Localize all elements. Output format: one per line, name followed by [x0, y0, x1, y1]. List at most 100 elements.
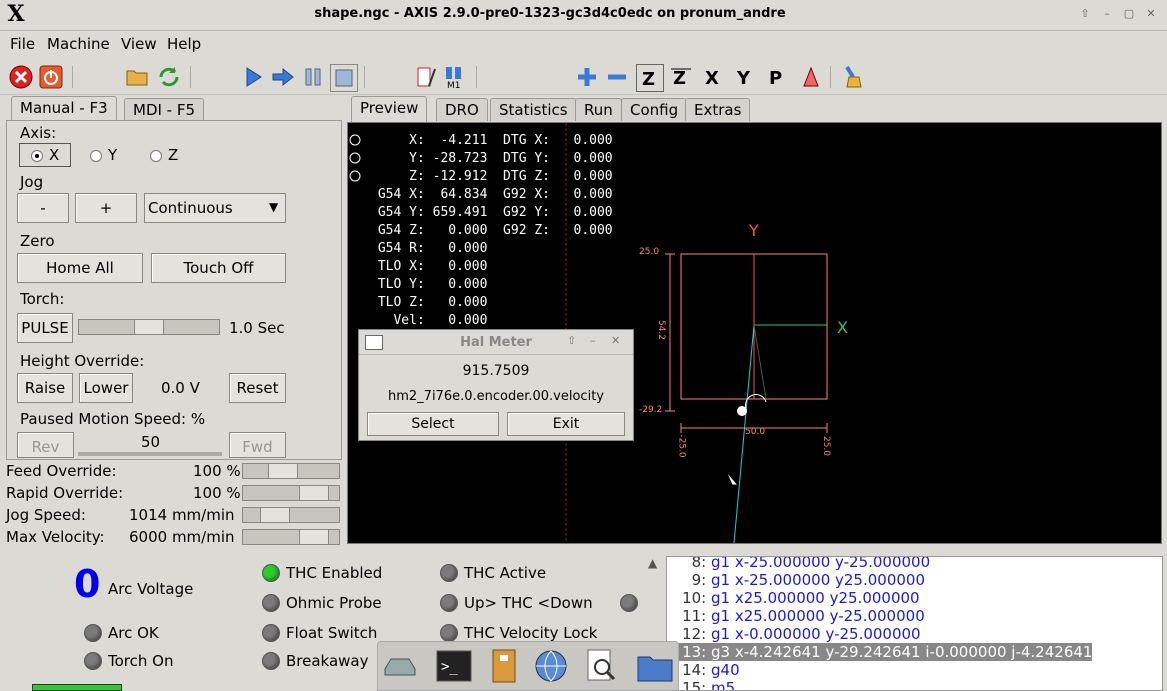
- optional-stop-icon[interactable]: M1: [442, 64, 468, 90]
- gcode-line[interactable]: 11: g1 x25.000000 y-25.000000: [667, 607, 1162, 625]
- toolbar-separator: [190, 66, 191, 88]
- tab-mdi[interactable]: MDI - F5: [124, 98, 205, 121]
- rotate-view-icon[interactable]: [798, 64, 824, 90]
- search-doc-icon[interactable]: [582, 647, 620, 685]
- reset-button[interactable]: Reset: [229, 373, 286, 403]
- slider-thumb[interactable]: [299, 485, 329, 501]
- estop-icon[interactable]: [8, 64, 34, 90]
- zoom-in-icon[interactable]: [574, 64, 600, 90]
- slider-thumb[interactable]: [260, 507, 290, 523]
- tab-dro[interactable]: DRO: [436, 98, 488, 121]
- slider-thumb[interactable]: [268, 463, 298, 479]
- rapid-override-slider[interactable]: [242, 485, 340, 501]
- stop-icon[interactable]: [330, 64, 358, 92]
- menu-file[interactable]: File: [10, 35, 35, 53]
- rev-button[interactable]: Rev: [17, 432, 74, 458]
- lower-button[interactable]: Lower: [79, 373, 133, 403]
- view-z2-icon[interactable]: Z: [668, 64, 694, 90]
- paused-speed-label: Paused Motion Speed: %: [20, 410, 206, 428]
- gcode-line[interactable]: 8: g1 x-25.000000 y-25.000000: [667, 557, 1162, 571]
- arc-voltage-label: Arc Voltage: [108, 580, 194, 598]
- exit-button[interactable]: Exit: [507, 412, 625, 436]
- gcode-line[interactable]: 10: g1 x25.000000 y25.000000: [667, 589, 1162, 607]
- scroll-up-icon[interactable]: ▲: [648, 556, 657, 570]
- axis-radio-y[interactable]: Y: [88, 146, 128, 164]
- torch-label: Torch:: [20, 290, 65, 308]
- tab-preview[interactable]: Preview: [351, 96, 428, 122]
- home-marker-icon: [349, 134, 361, 146]
- tab-statistics[interactable]: Statistics: [490, 98, 577, 121]
- gcode-line[interactable]: 12: g1 x-0.000000 y-25.000000: [667, 625, 1162, 643]
- gcode-line[interactable]: 15: m5: [667, 679, 1162, 690]
- jog-speed-slider[interactable]: [242, 507, 340, 523]
- terminal-icon[interactable]: >_: [435, 647, 473, 685]
- close-icon[interactable]: ✕: [611, 334, 620, 347]
- pulse-slider[interactable]: [78, 319, 220, 335]
- velocity-lock-label: THC Velocity Lock: [464, 624, 598, 642]
- block-delete-icon[interactable]: [414, 64, 440, 90]
- fwd-button[interactable]: Fwd: [229, 432, 286, 458]
- close-icon[interactable]: ✕: [1144, 7, 1158, 21]
- jog-plus-button[interactable]: +: [75, 193, 137, 223]
- step-icon[interactable]: [270, 64, 296, 90]
- chevron-down-icon: ▼: [269, 200, 279, 214]
- ohmic-probe-led-icon: [262, 594, 280, 612]
- toolbar-separator: [72, 66, 73, 88]
- tab-config[interactable]: Config: [621, 98, 688, 121]
- tab-extras[interactable]: Extras: [685, 98, 751, 121]
- gcode-line[interactable]: 9: g1 x-25.000000 y25.000000: [667, 571, 1162, 589]
- axis-radio-x[interactable]: X: [19, 143, 71, 167]
- plot-x-axis-label: X: [837, 318, 848, 337]
- dim-left-label: 54.2: [656, 319, 667, 341]
- home-all-button[interactable]: Home All: [17, 253, 143, 283]
- max-velocity-slider[interactable]: [242, 529, 340, 545]
- globe-icon[interactable]: [532, 647, 570, 685]
- tab-manual[interactable]: Manual - F3: [11, 96, 117, 122]
- tab-run[interactable]: Run: [575, 98, 622, 121]
- raise-button[interactable]: Raise: [17, 373, 73, 403]
- thc-active-led-icon: [440, 564, 458, 582]
- folder-icon[interactable]: [636, 647, 674, 685]
- feed-override-slider[interactable]: [242, 463, 340, 479]
- menu-view[interactable]: View: [121, 35, 157, 53]
- minimize-icon[interactable]: –: [590, 334, 596, 347]
- power-icon[interactable]: [38, 64, 64, 90]
- velocity-lock-led-icon: [440, 624, 458, 642]
- slider-thumb[interactable]: [299, 529, 329, 545]
- gcode-line[interactable]: 13: g3 x-4.242641 y-29.242641 i-0.000000…: [667, 643, 1093, 661]
- clear-plot-icon[interactable]: [840, 64, 866, 90]
- menu-machine[interactable]: Machine: [47, 35, 110, 53]
- axis-radio-z[interactable]: Z: [148, 146, 188, 164]
- menu-help[interactable]: Help: [167, 35, 201, 53]
- jog-mode-select[interactable]: Continuous ▼: [144, 193, 286, 223]
- maximize-icon[interactable]: ▢: [1122, 7, 1136, 21]
- feed-override-label: Feed Override:: [6, 462, 117, 480]
- view-y-icon[interactable]: Y: [732, 64, 758, 90]
- reload-icon[interactable]: [156, 64, 182, 90]
- paused-speed-slider[interactable]: [78, 452, 222, 456]
- slider-thumb[interactable]: [134, 319, 164, 335]
- minimize-icon[interactable]: –: [1100, 7, 1114, 21]
- arc-voltage-value: 0: [74, 562, 101, 606]
- view-x-icon[interactable]: X: [700, 64, 726, 90]
- archive-icon[interactable]: [485, 647, 523, 685]
- dro-row: X: -4.211 DTG X: 0.000: [370, 133, 613, 148]
- up-arrow-icon[interactable]: ⇧: [567, 334, 576, 347]
- view-p-icon[interactable]: P: [764, 64, 790, 90]
- jog-minus-button[interactable]: -: [17, 193, 69, 223]
- view-z-icon[interactable]: Z: [636, 64, 664, 92]
- drive-icon[interactable]: [381, 647, 419, 685]
- open-file-icon[interactable]: [124, 64, 150, 90]
- pulse-button[interactable]: PULSE: [17, 313, 73, 343]
- up-arrow-icon[interactable]: ⇧: [1078, 7, 1092, 21]
- touch-off-button[interactable]: Touch Off: [151, 253, 286, 283]
- zoom-out-icon[interactable]: [604, 64, 630, 90]
- pause-icon[interactable]: [300, 64, 326, 90]
- axis-x-label: X: [49, 146, 60, 164]
- gcode-listing[interactable]: 8: g1 x-25.000000 y-25.000000 9: g1 x-25.…: [666, 556, 1163, 691]
- gcode-line[interactable]: 14: g40: [667, 661, 1162, 679]
- run-icon[interactable]: [240, 64, 266, 90]
- thc-enabled-led-icon: [262, 564, 280, 582]
- dro-row: Vel: 0.000: [370, 313, 488, 328]
- select-button[interactable]: Select: [367, 412, 499, 436]
